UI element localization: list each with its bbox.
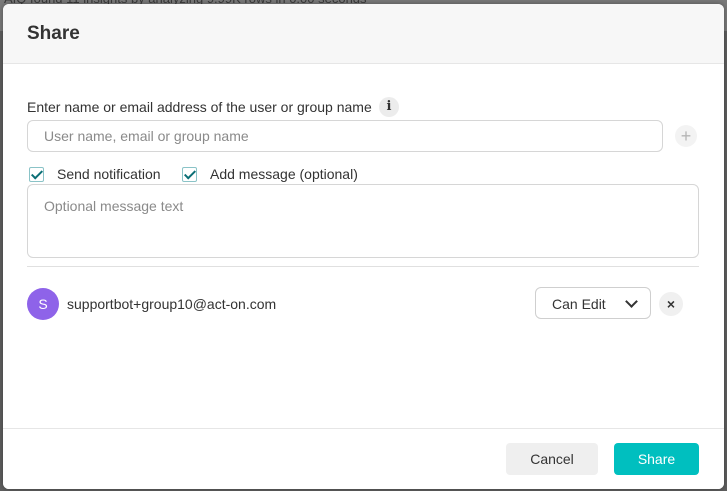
add-message-checkbox[interactable]	[182, 166, 197, 182]
permission-value: Can Edit	[552, 296, 606, 312]
section-divider	[27, 266, 699, 267]
dialog-header: Share	[3, 4, 724, 64]
shared-user-row: S supportbot+group10@act-on.com Can Edit…	[27, 287, 699, 320]
share-button[interactable]: Share	[614, 443, 699, 475]
share-recipient-input[interactable]	[27, 120, 663, 152]
add-message-option[interactable]: Add message (optional)	[182, 165, 358, 183]
share-field-label: Enter name or email address of the user …	[27, 99, 372, 115]
send-notification-checkbox[interactable]	[29, 166, 44, 182]
permission-select[interactable]: Can Edit	[535, 287, 651, 319]
avatar: S	[27, 288, 59, 320]
send-notification-label: Send notification	[57, 166, 161, 182]
share-dialog: Share Enter name or email address of the…	[3, 4, 724, 489]
add-recipient-icon[interactable]: +	[675, 125, 697, 147]
info-icon[interactable]: i	[379, 97, 399, 117]
remove-user-icon[interactable]: ×	[659, 292, 683, 316]
chevron-down-icon	[625, 295, 638, 308]
send-notification-option[interactable]: Send notification	[29, 165, 161, 183]
dialog-title: Share	[27, 23, 80, 44]
dialog-footer: Cancel Share	[3, 428, 724, 489]
message-textarea[interactable]	[27, 184, 699, 258]
cancel-button[interactable]: Cancel	[506, 443, 598, 475]
add-message-label: Add message (optional)	[210, 166, 358, 182]
shared-user-email: supportbot+group10@act-on.com	[67, 296, 277, 312]
